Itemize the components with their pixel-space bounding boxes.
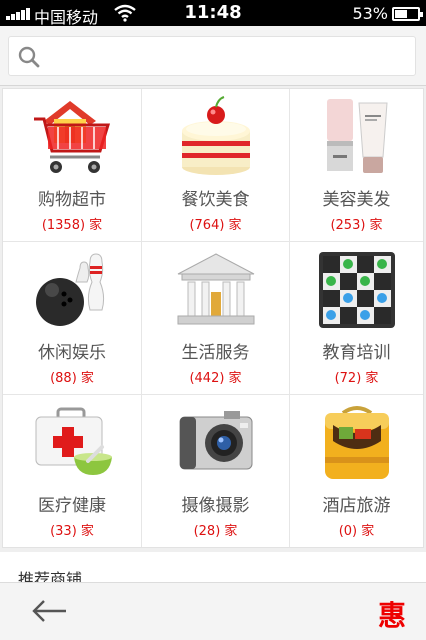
category-name: 餐饮美食 xyxy=(181,190,250,210)
camera-icon xyxy=(179,411,252,470)
shopping-cart-icon xyxy=(34,101,111,173)
status-bar: 中国移动 11:48 53% xyxy=(0,0,426,27)
battery-level xyxy=(395,10,407,18)
category-medical[interactable]: 医疗健康 (33) 家 xyxy=(3,395,142,547)
search-area xyxy=(0,26,426,86)
category-leisure[interactable]: 休闲娱乐 (88) 家 xyxy=(3,242,142,395)
cake-icon xyxy=(181,96,250,175)
category-count: (1358) 家 xyxy=(41,218,103,233)
category-name: 购物超市 xyxy=(38,190,106,210)
category-count: (28) 家 xyxy=(193,524,238,539)
category-name: 生活服务 xyxy=(181,343,250,363)
section-title: 推荐商铺 xyxy=(18,570,83,582)
category-name: 美容美发 xyxy=(322,190,391,210)
category-name: 医疗健康 xyxy=(38,496,106,516)
category-count: (442) 家 xyxy=(189,371,242,386)
category-count: (764) 家 xyxy=(189,218,242,233)
category-beauty[interactable]: 美容美发 (253) 家 xyxy=(290,89,423,242)
section-peek: 推荐商铺 xyxy=(0,552,426,582)
back-arrow-icon[interactable] xyxy=(28,595,72,627)
checkers-board-icon xyxy=(318,252,395,328)
category-grid: 购物超市 (1358) 家 餐饮美食 (764) 家 美容美发 (253) 家 … xyxy=(2,88,424,548)
search-box[interactable] xyxy=(8,36,416,76)
first-aid-kit-icon xyxy=(35,407,112,475)
cosmetics-icon xyxy=(326,99,388,173)
category-name: 酒店旅游 xyxy=(322,496,391,516)
search-icon[interactable] xyxy=(17,45,41,69)
category-count: (0) 家 xyxy=(338,524,375,539)
category-photography[interactable]: 摄像摄影 (28) 家 xyxy=(142,395,290,547)
category-hotel-travel[interactable]: 酒店旅游 (0) 家 xyxy=(290,395,423,547)
bank-icon xyxy=(177,253,254,325)
bowling-icon xyxy=(36,253,105,326)
category-shopping[interactable]: 购物超市 (1358) 家 xyxy=(3,89,142,242)
category-count: (33) 家 xyxy=(50,524,94,539)
category-name: 休闲娱乐 xyxy=(38,343,106,363)
hotel-luggage-icon xyxy=(324,406,389,479)
category-life-services[interactable]: 生活服务 (442) 家 xyxy=(142,242,290,395)
search-input[interactable] xyxy=(49,41,409,71)
category-count: (253) 家 xyxy=(330,218,383,233)
category-food[interactable]: 餐饮美食 (764) 家 xyxy=(142,89,290,242)
app-logo[interactable]: 惠 xyxy=(378,594,406,634)
bottom-toolbar: 惠 xyxy=(0,582,426,640)
category-name: 教育培训 xyxy=(322,343,391,363)
battery-icon xyxy=(392,7,423,21)
battery-percent: 53% xyxy=(352,4,388,23)
category-name: 摄像摄影 xyxy=(181,496,250,516)
category-count: (88) 家 xyxy=(50,371,94,386)
category-count: (72) 家 xyxy=(334,371,379,386)
category-education[interactable]: 教育培训 (72) 家 xyxy=(290,242,423,395)
